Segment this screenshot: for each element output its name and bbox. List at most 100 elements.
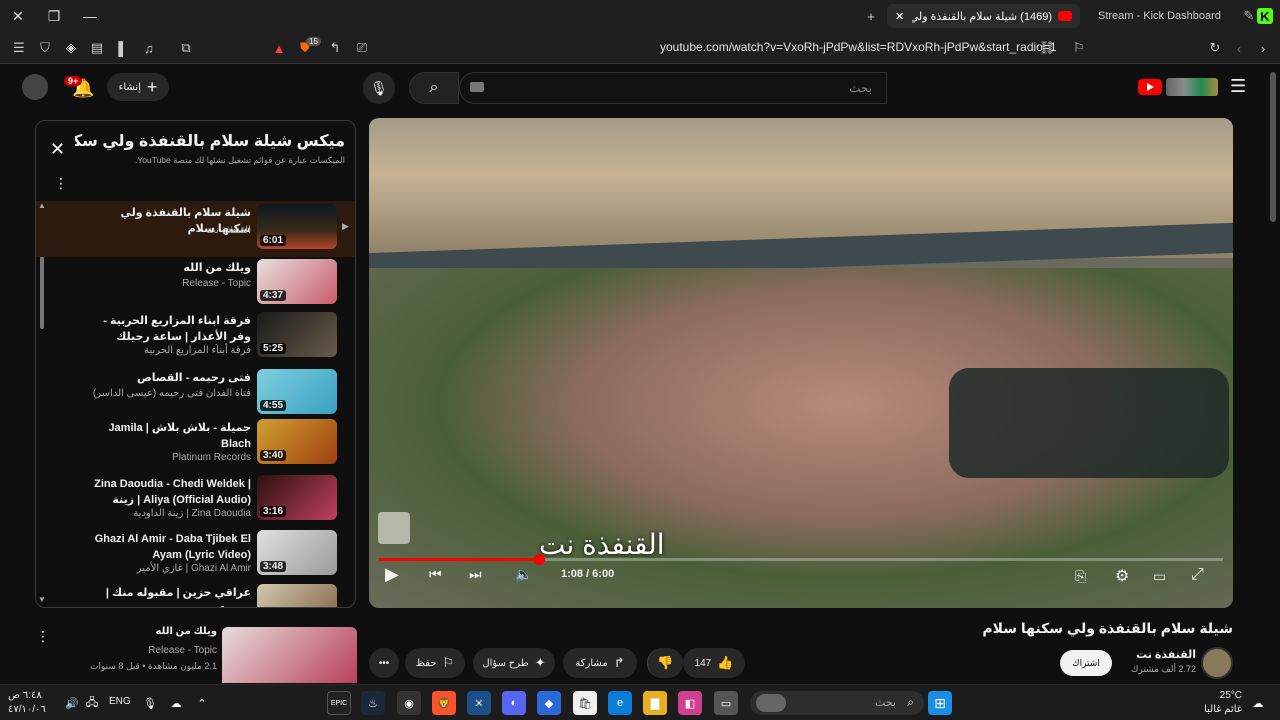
save-button[interactable]: حفظ ⚐ [405, 648, 465, 678]
guide-menu-icon[interactable]: ☰ [1230, 76, 1246, 97]
epic-games-icon[interactable]: EPIC [327, 691, 351, 715]
app-x-icon[interactable]: ✕ [467, 691, 491, 715]
create-button[interactable]: إنشاء + [107, 73, 169, 101]
store-alt-icon[interactable]: ◆ [537, 691, 561, 715]
settings-icon[interactable]: ⚙ [1115, 566, 1129, 586]
page-scrollbar[interactable] [1270, 72, 1276, 222]
restore-window-icon[interactable]: ❐ [36, 0, 72, 32]
rewards-icon[interactable]: ▲ [267, 36, 291, 60]
more-actions-button[interactable]: ••• [369, 648, 399, 678]
share-icon[interactable]: ↰ [323, 36, 347, 60]
avatar[interactable] [22, 74, 48, 100]
share-label: مشاركة [575, 657, 608, 669]
voice-search-button[interactable]: 🎙 [363, 72, 395, 104]
discord-icon[interactable]: ◐ [502, 691, 526, 715]
app-icon[interactable]: ◉ [397, 691, 421, 715]
play-icon[interactable]: ▶ [385, 564, 399, 585]
brave-icon[interactable]: 🦁 [432, 691, 456, 715]
fullscreen-icon[interactable]: ⤢ [1191, 566, 1204, 584]
tab-strip: ✕ ❐ — + ✕ (1469) شيلة سلام بالقنفذة ولي … [0, 0, 1280, 32]
thumbs-up-icon: 👍 [717, 655, 734, 670]
wallet-icon[interactable]: ◈ [59, 36, 83, 60]
bookmark-icon[interactable]: ⚐ [1067, 36, 1091, 60]
new-tab-icon[interactable]: + [859, 4, 883, 28]
dislike-button[interactable]: 👎 [647, 648, 683, 678]
more-options-icon[interactable]: ⋮ [36, 628, 50, 645]
shield-icon[interactable]: ⛉ [33, 36, 57, 60]
language-indicator[interactable]: ENG [109, 696, 131, 707]
app-window-icon[interactable]: ▭ [714, 691, 738, 715]
menu-icon[interactable]: ☰ [7, 36, 31, 60]
tray-chevron-icon[interactable]: ⌃ [190, 691, 214, 715]
microphone-icon[interactable]: 🎙 [138, 691, 162, 715]
close-tab-icon[interactable]: ✕ [895, 10, 904, 23]
previous-icon[interactable]: ⏮ [429, 566, 442, 583]
suggestion-title[interactable]: ويلك من الله [62, 626, 217, 637]
taskbar-search[interactable]: بحث ⌕ [750, 691, 924, 715]
reload-icon[interactable]: ↻ [1203, 36, 1227, 60]
channel-name[interactable]: القنفذة نت [1110, 648, 1196, 661]
kick-logo-icon[interactable]: K [1257, 8, 1273, 24]
list-item[interactable]: 3:48 Ghazi Al Amir - Daba Tjibek El Ayam… [36, 527, 355, 583]
next-icon[interactable]: ⏭ [469, 566, 482, 583]
thumbnail: 4:55 [257, 369, 337, 414]
video-pond [949, 368, 1229, 478]
minimize-window-icon[interactable]: — [72, 0, 108, 32]
item-title: ويلك من الله [183, 262, 251, 274]
office-icon[interactable]: ◧ [678, 691, 702, 715]
suggestion-thumbnail[interactable] [222, 627, 357, 683]
search-input[interactable]: بحث [459, 72, 887, 104]
list-item[interactable]: ▶ 6:01 شيلة سلام بالقنفذة ولي سكنها سلام… [36, 201, 355, 257]
forward-icon[interactable]: › [1251, 36, 1275, 60]
steam-icon[interactable]: ♨ [361, 691, 385, 715]
share-button[interactable]: مشاركة ↱ [563, 648, 637, 678]
more-options-icon[interactable]: ⋮ [54, 175, 68, 192]
sidebar-icon[interactable]: ▌ [111, 36, 135, 60]
channel-watermark[interactable] [378, 512, 410, 544]
clock[interactable]: ٦:٤٨ ص ٤٧/١٠/٠٦ [8, 689, 46, 717]
link-icon[interactable]: ⛓ [1035, 36, 1059, 60]
close-icon[interactable]: ✕ [50, 139, 65, 160]
close-window-icon[interactable]: ✕ [0, 0, 36, 32]
edge-icon[interactable]: e [608, 691, 632, 715]
channel-avatar[interactable] [1201, 647, 1233, 679]
list-item[interactable]: 3:40 جميلة - بلاش بلاش | Jamila Blach Pl… [36, 416, 355, 472]
video-title: شيلة سلام بالقنفذة ولي سكنها سلام [982, 620, 1233, 636]
theater-mode-icon[interactable]: ▭ [1153, 568, 1166, 585]
folder-icon[interactable]: ▇ [643, 691, 667, 715]
start-button[interactable]: ⊞ [928, 691, 952, 715]
cast-icon[interactable]: ⎚ [350, 36, 374, 60]
list-item[interactable]: 4:37 ويلك من الله Release - Topic [36, 256, 355, 312]
tab-kick[interactable]: Stream - Kick Dashboard [1090, 4, 1230, 28]
like-button[interactable]: 147 👍 [683, 648, 745, 678]
screenshot-icon[interactable]: ⧉ [174, 36, 198, 60]
video-player[interactable]: القنفذة نت ▶ ⏮ ⏭ 🔈 1:08 / 6:00 ⎘ ⚙ ▭ ⤢ [369, 118, 1233, 608]
time-display: 1:08 / 6:00 [561, 568, 615, 580]
youtube-logo-icon[interactable] [1138, 79, 1162, 95]
volume-icon[interactable]: 🔈 [515, 566, 532, 583]
music-icon[interactable]: ♫ [137, 36, 161, 60]
logo-doodle[interactable] [1166, 78, 1218, 96]
scroll-up-icon[interactable]: ▲ [38, 201, 46, 210]
list-item[interactable]: 5:25 فرقة ابناء المزاريع الحربية - وفر ا… [36, 309, 355, 365]
network-icon[interactable]: 🖧 [80, 691, 104, 715]
weather-widget[interactable]: 25°C غائم غالبا [1198, 689, 1242, 717]
back-icon[interactable]: ‹ [1227, 36, 1251, 60]
thumbnail: 4:37 [257, 259, 337, 304]
list-item[interactable]: عراقي حزين | مقبوله منك | مسرع [36, 581, 355, 607]
weather-desc: غائم غالبا [1204, 704, 1242, 715]
tab-youtube[interactable]: ✕ (1469) شيلة سلام بالقنفذة ولي سـ [887, 4, 1080, 28]
cloud-icon[interactable]: ☁ [164, 691, 188, 715]
captions-icon[interactable]: ⎘ [1075, 568, 1086, 585]
url-field[interactable]: youtube.com/watch?v=VxoRh-jPdPw&list=RDV… [660, 40, 1057, 54]
search-button[interactable]: ⌕ [409, 72, 459, 104]
scroll-down-icon[interactable]: ▼ [38, 595, 46, 604]
duration-badge: 3:16 [260, 506, 287, 517]
reader-icon[interactable]: ▤ [85, 36, 109, 60]
store-icon[interactable]: 🛍 [573, 691, 597, 715]
keyboard-icon[interactable] [470, 82, 484, 92]
list-item[interactable]: 4:55 فتى رحيمه - القصاص فتاة الفدان فتى … [36, 366, 355, 422]
list-item[interactable]: 3:16 Zina Daoudia - Chedi Weldek | Aliya… [36, 472, 355, 528]
ask-button[interactable]: طرح سؤال ✦ [473, 648, 555, 678]
subscribe-button[interactable]: اشتراك [1060, 650, 1112, 676]
